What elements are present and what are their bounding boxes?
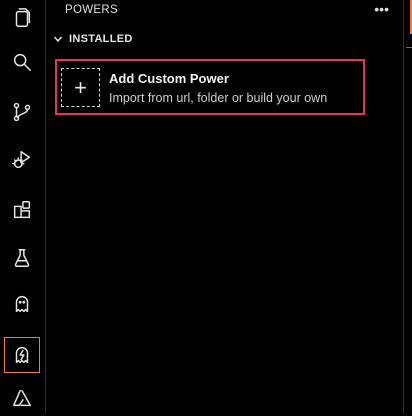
powers-icon[interactable]	[4, 337, 40, 373]
panel-title: POWERS	[65, 4, 118, 16]
plus-icon: +	[61, 68, 100, 107]
add-custom-power-card[interactable]: + Add Custom Power Import from url, fold…	[55, 59, 365, 115]
ghost-icon[interactable]	[4, 286, 40, 322]
testing-icon[interactable]	[4, 240, 40, 276]
chevron-down-icon	[51, 32, 65, 46]
run-debug-icon[interactable]	[4, 142, 40, 178]
more-actions-icon[interactable]: •••	[374, 1, 389, 17]
installed-section-header[interactable]: INSTALLED	[51, 32, 133, 46]
editor-edge	[403, 0, 412, 414]
search-icon[interactable]	[4, 44, 40, 80]
edge-highlight-line	[406, 47, 412, 48]
activity-bar	[0, 0, 46, 414]
explorer-icon[interactable]	[4, 0, 40, 36]
extensions-icon[interactable]	[4, 192, 40, 228]
azure-icon[interactable]	[4, 380, 40, 416]
power-title: Add Custom Power	[109, 71, 229, 86]
source-control-icon[interactable]	[4, 94, 40, 130]
powers-panel: POWERS ••• INSTALLED + Add Custom Power …	[47, 0, 403, 414]
power-subtitle: Import from url, folder or build your ow…	[109, 91, 328, 105]
section-label: INSTALLED	[69, 33, 133, 45]
